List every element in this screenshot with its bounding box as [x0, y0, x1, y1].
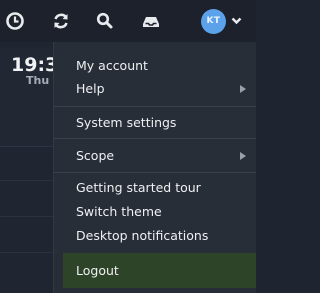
sync-icon[interactable]	[50, 10, 72, 32]
top-toolbar: KT	[0, 0, 256, 42]
logout-label: Logout	[76, 263, 119, 278]
user-dropdown-menu: My account Help System settings Scope Ge…	[53, 42, 256, 293]
menu-item-switch-theme[interactable]: Switch theme	[76, 201, 256, 223]
menu-item-scope[interactable]: Scope	[76, 145, 256, 167]
user-menu-button[interactable]: KT	[201, 8, 242, 34]
chevron-right-icon	[240, 85, 246, 93]
avatar: KT	[201, 8, 226, 34]
clock-time: 19:3	[11, 54, 59, 76]
menu-item-label: Help	[76, 81, 105, 96]
menu-item-system-settings[interactable]: System settings	[76, 112, 256, 134]
search-icon[interactable]	[94, 10, 116, 32]
menu-item-label: System settings	[76, 115, 177, 130]
menu-item-label: My account	[76, 58, 148, 73]
chevron-down-icon	[231, 17, 242, 25]
menu-item-label: Desktop notifications	[76, 228, 209, 243]
menu-divider	[54, 172, 256, 173]
logout-button[interactable]: Logout	[63, 253, 256, 288]
clock-icon[interactable]	[4, 10, 26, 32]
inbox-icon[interactable]	[140, 10, 162, 32]
menu-item-desktop-notifications[interactable]: Desktop notifications	[76, 225, 256, 247]
clock-day: Thu	[26, 74, 50, 87]
menu-divider	[54, 138, 256, 139]
menu-item-label: Switch theme	[76, 204, 162, 219]
menu-item-help[interactable]: Help	[76, 78, 256, 100]
menu-divider	[54, 106, 256, 107]
menu-item-label: Scope	[76, 148, 115, 163]
menu-item-label: Getting started tour	[76, 180, 201, 195]
chevron-right-icon	[240, 152, 246, 160]
menu-item-getting-started-tour[interactable]: Getting started tour	[76, 177, 256, 199]
menu-item-my-account[interactable]: My account	[76, 55, 256, 77]
